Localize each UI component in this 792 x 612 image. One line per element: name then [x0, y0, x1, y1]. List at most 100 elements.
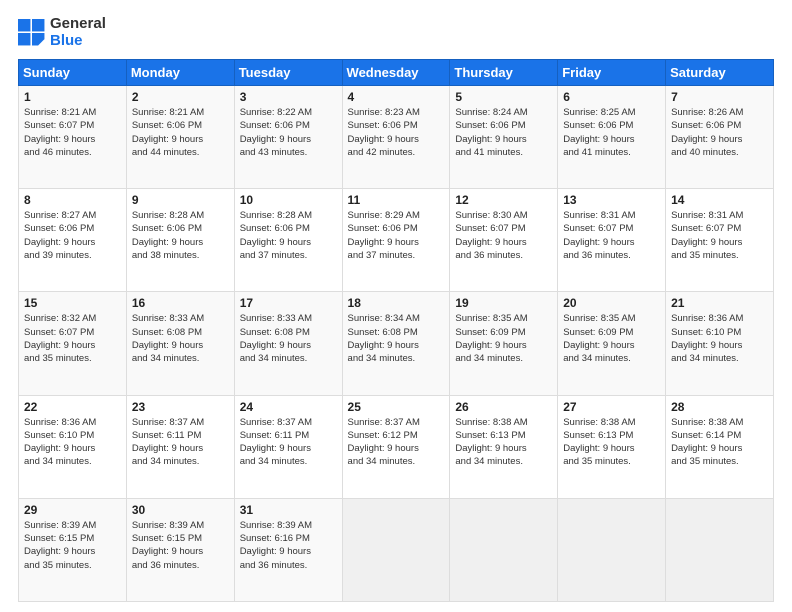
- calendar-cell: 15Sunrise: 8:32 AMSunset: 6:07 PMDayligh…: [19, 292, 127, 395]
- cell-line: Sunset: 6:06 PM: [455, 119, 553, 132]
- cell-line: Sunrise: 8:31 AM: [671, 209, 769, 222]
- calendar-week-4: 22Sunrise: 8:36 AMSunset: 6:10 PMDayligh…: [19, 395, 774, 498]
- weekday-row: SundayMondayTuesdayWednesdayThursdayFrid…: [19, 60, 774, 86]
- calendar-cell: 4Sunrise: 8:23 AMSunset: 6:06 PMDaylight…: [342, 86, 450, 189]
- cell-line: and 36 minutes.: [563, 249, 661, 262]
- cell-line: Daylight: 9 hours: [671, 236, 769, 249]
- cell-line: Daylight: 9 hours: [563, 236, 661, 249]
- day-number: 26: [455, 400, 553, 414]
- day-number: 23: [132, 400, 230, 414]
- calendar-cell: 27Sunrise: 8:38 AMSunset: 6:13 PMDayligh…: [558, 395, 666, 498]
- cell-line: Sunrise: 8:33 AM: [132, 312, 230, 325]
- cell-line: Sunrise: 8:27 AM: [24, 209, 122, 222]
- weekday-header-wednesday: Wednesday: [342, 60, 450, 86]
- cell-line: Daylight: 9 hours: [240, 236, 338, 249]
- cell-line: Sunset: 6:06 PM: [348, 222, 446, 235]
- logo-icon: [18, 19, 46, 47]
- cell-line: Sunrise: 8:31 AM: [563, 209, 661, 222]
- cell-line: Sunset: 6:06 PM: [240, 119, 338, 132]
- day-number: 29: [24, 503, 122, 517]
- cell-line: Sunrise: 8:37 AM: [240, 416, 338, 429]
- cell-line: Sunset: 6:06 PM: [671, 119, 769, 132]
- cell-line: and 34 minutes.: [240, 455, 338, 468]
- cell-line: and 37 minutes.: [240, 249, 338, 262]
- calendar-cell: 31Sunrise: 8:39 AMSunset: 6:16 PMDayligh…: [234, 498, 342, 601]
- cell-line: and 46 minutes.: [24, 146, 122, 159]
- day-number: 16: [132, 296, 230, 310]
- calendar-cell: 20Sunrise: 8:35 AMSunset: 6:09 PMDayligh…: [558, 292, 666, 395]
- calendar-cell: 13Sunrise: 8:31 AMSunset: 6:07 PMDayligh…: [558, 189, 666, 292]
- day-number: 11: [348, 193, 446, 207]
- cell-line: and 42 minutes.: [348, 146, 446, 159]
- cell-line: Daylight: 9 hours: [240, 442, 338, 455]
- calendar-cell: 17Sunrise: 8:33 AMSunset: 6:08 PMDayligh…: [234, 292, 342, 395]
- calendar-cell: 19Sunrise: 8:35 AMSunset: 6:09 PMDayligh…: [450, 292, 558, 395]
- cell-line: and 34 minutes.: [455, 352, 553, 365]
- calendar-cell: 9Sunrise: 8:28 AMSunset: 6:06 PMDaylight…: [126, 189, 234, 292]
- day-number: 9: [132, 193, 230, 207]
- cell-line: Daylight: 9 hours: [24, 133, 122, 146]
- calendar-cell: 12Sunrise: 8:30 AMSunset: 6:07 PMDayligh…: [450, 189, 558, 292]
- calendar-cell: 7Sunrise: 8:26 AMSunset: 6:06 PMDaylight…: [666, 86, 774, 189]
- cell-line: and 35 minutes.: [671, 249, 769, 262]
- day-number: 30: [132, 503, 230, 517]
- calendar-table: SundayMondayTuesdayWednesdayThursdayFrid…: [18, 59, 774, 602]
- calendar-week-1: 1Sunrise: 8:21 AMSunset: 6:07 PMDaylight…: [19, 86, 774, 189]
- calendar-cell: 24Sunrise: 8:37 AMSunset: 6:11 PMDayligh…: [234, 395, 342, 498]
- cell-line: Daylight: 9 hours: [671, 339, 769, 352]
- cell-line: Daylight: 9 hours: [671, 442, 769, 455]
- cell-line: Daylight: 9 hours: [563, 133, 661, 146]
- cell-line: Daylight: 9 hours: [24, 236, 122, 249]
- weekday-header-thursday: Thursday: [450, 60, 558, 86]
- weekday-header-saturday: Saturday: [666, 60, 774, 86]
- cell-line: Sunrise: 8:36 AM: [671, 312, 769, 325]
- header: GeneralBlue: [18, 16, 774, 49]
- weekday-header-tuesday: Tuesday: [234, 60, 342, 86]
- cell-line: Sunrise: 8:29 AM: [348, 209, 446, 222]
- logo: GeneralBlue: [18, 16, 106, 49]
- cell-line: and 41 minutes.: [563, 146, 661, 159]
- cell-line: Sunset: 6:11 PM: [240, 429, 338, 442]
- cell-line: Sunset: 6:09 PM: [563, 326, 661, 339]
- cell-line: and 36 minutes.: [132, 559, 230, 572]
- day-number: 5: [455, 90, 553, 104]
- cell-line: Sunrise: 8:35 AM: [563, 312, 661, 325]
- day-number: 7: [671, 90, 769, 104]
- cell-line: and 40 minutes.: [671, 146, 769, 159]
- day-number: 18: [348, 296, 446, 310]
- calendar-cell: 2Sunrise: 8:21 AMSunset: 6:06 PMDaylight…: [126, 86, 234, 189]
- cell-line: Daylight: 9 hours: [455, 442, 553, 455]
- cell-line: Sunrise: 8:33 AM: [240, 312, 338, 325]
- calendar-cell: 8Sunrise: 8:27 AMSunset: 6:06 PMDaylight…: [19, 189, 127, 292]
- cell-line: Sunrise: 8:38 AM: [563, 416, 661, 429]
- cell-line: and 35 minutes.: [24, 352, 122, 365]
- cell-line: Daylight: 9 hours: [132, 442, 230, 455]
- cell-line: Daylight: 9 hours: [348, 236, 446, 249]
- weekday-header-monday: Monday: [126, 60, 234, 86]
- calendar-cell: 29Sunrise: 8:39 AMSunset: 6:15 PMDayligh…: [19, 498, 127, 601]
- cell-line: and 43 minutes.: [240, 146, 338, 159]
- cell-line: Sunset: 6:08 PM: [132, 326, 230, 339]
- day-number: 6: [563, 90, 661, 104]
- cell-line: Sunset: 6:07 PM: [455, 222, 553, 235]
- cell-line: Sunrise: 8:23 AM: [348, 106, 446, 119]
- cell-line: Sunrise: 8:39 AM: [132, 519, 230, 532]
- cell-line: Sunrise: 8:39 AM: [24, 519, 122, 532]
- cell-line: and 39 minutes.: [24, 249, 122, 262]
- calendar-cell: [558, 498, 666, 601]
- day-number: 1: [24, 90, 122, 104]
- calendar-cell: 16Sunrise: 8:33 AMSunset: 6:08 PMDayligh…: [126, 292, 234, 395]
- calendar-cell: 30Sunrise: 8:39 AMSunset: 6:15 PMDayligh…: [126, 498, 234, 601]
- cell-line: Daylight: 9 hours: [455, 236, 553, 249]
- cell-line: and 41 minutes.: [455, 146, 553, 159]
- cell-line: Sunset: 6:06 PM: [132, 119, 230, 132]
- day-number: 8: [24, 193, 122, 207]
- weekday-header-sunday: Sunday: [19, 60, 127, 86]
- day-number: 3: [240, 90, 338, 104]
- calendar-cell: 14Sunrise: 8:31 AMSunset: 6:07 PMDayligh…: [666, 189, 774, 292]
- cell-line: Sunset: 6:08 PM: [240, 326, 338, 339]
- calendar-header: SundayMondayTuesdayWednesdayThursdayFrid…: [19, 60, 774, 86]
- logo-text: GeneralBlue: [50, 16, 106, 49]
- cell-line: Daylight: 9 hours: [24, 545, 122, 558]
- cell-line: Daylight: 9 hours: [563, 442, 661, 455]
